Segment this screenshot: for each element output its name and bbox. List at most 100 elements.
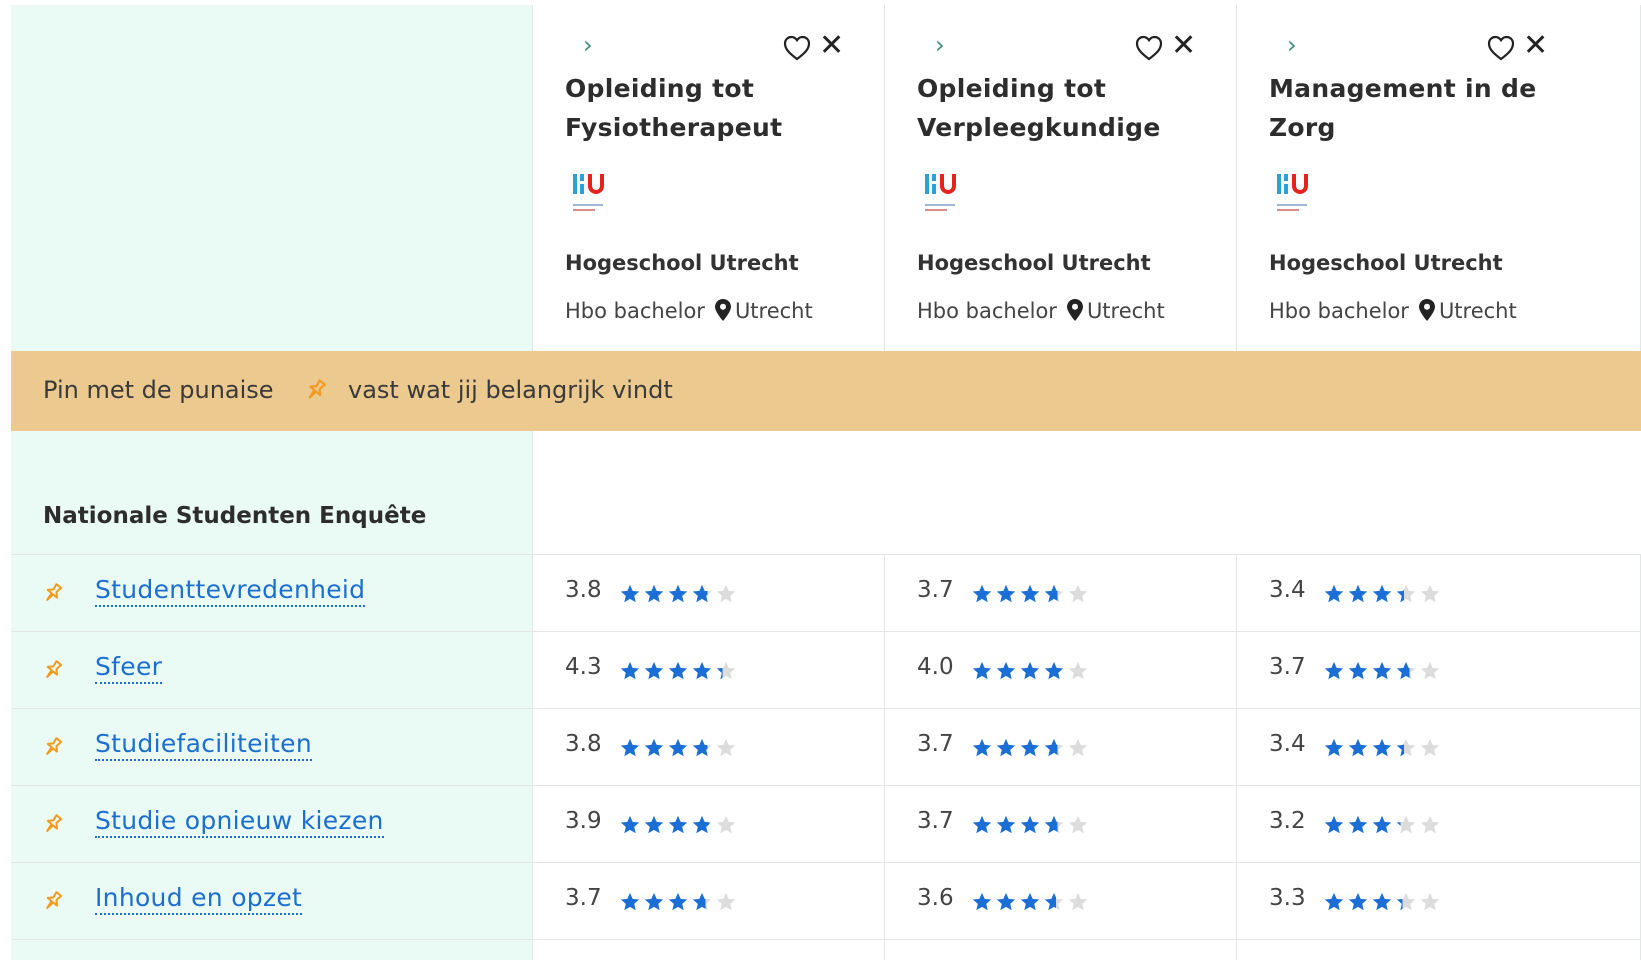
star-icon [972,815,992,834]
program-title[interactable]: Opleiding tot Verpleegkundige [917,69,1217,147]
score-cell: 4.3 [533,632,885,708]
star-icon [1396,661,1416,680]
program-title[interactable]: Management in de Zorg [1269,69,1569,147]
star-icon [668,892,688,911]
next-row-cell [1237,940,1641,960]
location-pin-icon [714,299,731,321]
star-icon [668,584,688,603]
program-title[interactable]: Opleiding tot Fysiotherapeut [565,69,865,147]
star-icon [1420,661,1440,680]
star-rating [1323,814,1441,836]
criterion-link[interactable]: Studie opnieuw kiezen [95,806,384,838]
criterion-link[interactable]: Sfeer [95,652,163,684]
criterion-link[interactable]: Studiefaciliteiten [95,729,312,761]
star-icon [1020,815,1040,834]
program-level: Hbo bachelor [1269,299,1409,323]
star-rating [619,583,737,605]
program-city: Utrecht [1438,299,1517,323]
star-icon [716,584,736,603]
score-cell: 3.9 [533,786,885,862]
star-rating [1323,737,1441,759]
star-rating [619,891,737,913]
star-icon [1068,815,1088,834]
heart-icon[interactable] [783,35,811,61]
school-name: Hogeschool Utrecht [917,251,1151,275]
star-icon [1420,892,1440,911]
criterion-link[interactable]: Studenttevredenheid [95,575,366,607]
close-icon[interactable]: ✕ [1523,31,1548,61]
program-card: › ✕ Management in de Zorg Hogeschool Utr… [1237,5,1641,351]
star-icon [620,661,640,680]
star-icon [668,738,688,757]
chevron-right-icon[interactable]: › [935,33,945,57]
school-name: Hogeschool Utrecht [1269,251,1503,275]
score-cell: 3.2 [1237,786,1641,862]
score-cell: 3.4 [1237,555,1641,631]
star-icon [1372,584,1392,603]
program-meta: Hbo bachelor Utrecht [1269,299,1517,323]
star-rating [1323,583,1441,605]
star-icon [1020,661,1040,680]
pushpin-icon[interactable] [41,581,65,605]
program-meta: Hbo bachelor Utrecht [917,299,1165,323]
program-header-row: › ✕ Opleiding tot Fysiotherapeut Hogesch… [11,5,1641,351]
star-icon [1372,815,1392,834]
star-rating [619,660,737,682]
star-rating [619,814,737,836]
close-icon[interactable]: ✕ [1171,31,1196,61]
star-icon [692,584,712,603]
star-icon [1420,815,1440,834]
star-icon [1420,584,1440,603]
close-icon[interactable]: ✕ [819,31,844,61]
star-icon [1324,661,1344,680]
table-row: Studiefaciliteiten 3.8 3.7 3.4 [11,708,1641,785]
score-value: 3.4 [1269,731,1306,757]
chevron-right-icon[interactable]: › [1287,33,1297,57]
program-city: Utrecht [734,299,813,323]
next-row-cell [533,940,885,960]
pushpin-icon[interactable] [41,889,65,913]
star-icon [692,815,712,834]
star-icon [1020,738,1040,757]
criterion-link[interactable]: Inhoud en opzet [95,883,303,915]
score-value: 3.8 [565,731,602,757]
program-card: › ✕ Opleiding tot Verpleegkundige Hogesc… [885,5,1237,351]
star-icon [1348,892,1368,911]
table-row: Studie opnieuw kiezen 3.9 3.7 3.2 [11,785,1641,862]
school-logo [573,174,604,211]
pin-hint-banner: Pin met de punaise vast wat jij belangri… [11,351,1641,431]
score-value: 3.4 [1269,577,1306,603]
star-icon [644,815,664,834]
row-label-cell: Inhoud en opzet [11,863,533,939]
star-icon [1020,892,1040,911]
star-icon [644,661,664,680]
score-value: 4.0 [917,654,954,680]
row-label-cell: Studenttevredenheid [11,555,533,631]
row-label-cell: Sfeer [11,632,533,708]
score-value: 3.8 [565,577,602,603]
star-rating [971,891,1089,913]
star-icon [1068,584,1088,603]
star-rating [1323,660,1441,682]
star-icon [972,661,992,680]
star-rating [971,660,1089,682]
section-header-row: Nationale Studenten Enquête [11,431,1641,554]
star-icon [972,738,992,757]
school-name: Hogeschool Utrecht [565,251,799,275]
star-icon [692,661,712,680]
pushpin-icon[interactable] [41,735,65,759]
star-icon [1396,738,1416,757]
pushpin-icon[interactable] [41,812,65,836]
score-cell: 3.7 [885,786,1237,862]
heart-icon[interactable] [1135,35,1163,61]
star-icon [996,738,1016,757]
chevron-right-icon[interactable]: › [583,33,593,57]
location-pin-icon [1418,299,1435,321]
heart-icon[interactable] [1487,35,1515,61]
program-level: Hbo bachelor [917,299,1057,323]
program-card: › ✕ Opleiding tot Fysiotherapeut Hogesch… [533,5,885,351]
pushpin-icon[interactable] [41,658,65,682]
star-icon [1348,661,1368,680]
score-cell: 3.7 [885,555,1237,631]
location-pin-icon [1066,299,1083,321]
